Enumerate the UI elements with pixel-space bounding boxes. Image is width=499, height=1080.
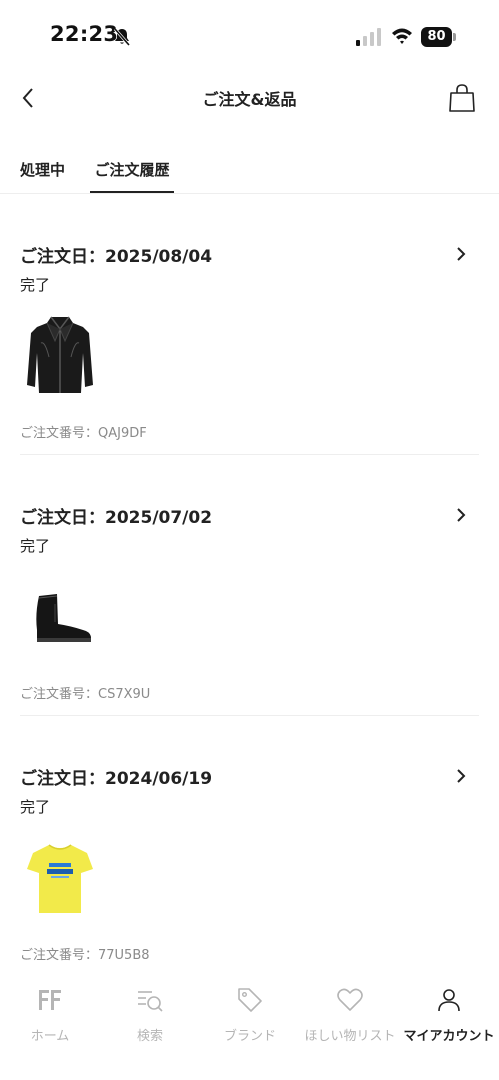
nav-home[interactable]: ホーム [0, 982, 100, 1044]
order-number: ご注文番号：77U5B8 [20, 948, 150, 963]
user-icon [438, 989, 460, 1012]
nav-brands[interactable]: ブランド [200, 982, 300, 1044]
nav-label: マイアカウント [403, 1029, 495, 1044]
product-image[interactable] [20, 834, 100, 920]
bottom-nav: ホーム 検索 ブランド ほしい物リスト マイアカウント [0, 970, 499, 1080]
order-card[interactable]: ご注文日：2024/06/19 完了 ご注文番号：77U5B8 [0, 716, 499, 970]
order-list: ご注文日：2025/08/04 完了 ご注文番号：QAJ9DF ご注文日：202… [0, 194, 499, 970]
nav-wishlist[interactable]: ほしい物リスト [300, 982, 400, 1044]
battery-level: 80 [421, 27, 452, 47]
bell-muted-icon [113, 28, 131, 46]
shopping-bag-button[interactable] [444, 80, 480, 116]
yellow-tshirt-icon [27, 844, 93, 913]
order-card[interactable]: ご注文日：2025/08/04 完了 ご注文番号：QAJ9DF [0, 194, 499, 455]
leather-boot-icon [36, 594, 91, 642]
battery-indicator: 80 [421, 27, 457, 47]
page-title: ご注文&返品 [202, 90, 297, 109]
chevron-right-icon[interactable] [454, 246, 468, 262]
battery-tip [453, 33, 456, 41]
heart-icon [337, 988, 363, 1011]
tab-order-history[interactable]: ご注文履歴 [90, 159, 174, 193]
tab-processing[interactable]: 処理中 [20, 159, 65, 193]
header: ご注文&返品 [0, 72, 499, 124]
wifi-icon [392, 28, 412, 44]
nav-search[interactable]: 検索 [100, 982, 200, 1044]
leather-jacket-icon [27, 316, 93, 393]
order-tabs: 処理中 ご注文履歴 [0, 152, 499, 194]
nav-my-account[interactable]: マイアカウント [399, 982, 499, 1044]
order-date: ご注文日：2025/08/04 [20, 247, 213, 267]
product-image[interactable] [20, 312, 100, 398]
order-status: 完了 [20, 537, 51, 555]
product-image[interactable] [20, 573, 100, 659]
search-list-icon [138, 991, 163, 1012]
farfetch-logo-icon [39, 990, 61, 1010]
order-date: ご注文日：2025/07/02 [20, 508, 213, 528]
order-number: ご注文番号：QAJ9DF [20, 426, 147, 441]
status-bar: 22:23 80 [0, 0, 499, 72]
order-status: 完了 [20, 798, 51, 816]
chevron-right-icon[interactable] [454, 768, 468, 784]
shopping-bag-icon [449, 84, 475, 112]
signal-icon [356, 28, 381, 46]
order-status: 完了 [20, 276, 51, 294]
status-time: 22:23 [50, 22, 119, 46]
order-card[interactable]: ご注文日：2025/07/02 完了 ご注文番号：CS7X9U [0, 455, 499, 716]
order-number: ご注文番号：CS7X9U [20, 687, 151, 702]
tag-icon [238, 988, 262, 1012]
order-date: ご注文日：2024/06/19 [20, 769, 213, 789]
chevron-right-icon[interactable] [454, 507, 468, 523]
